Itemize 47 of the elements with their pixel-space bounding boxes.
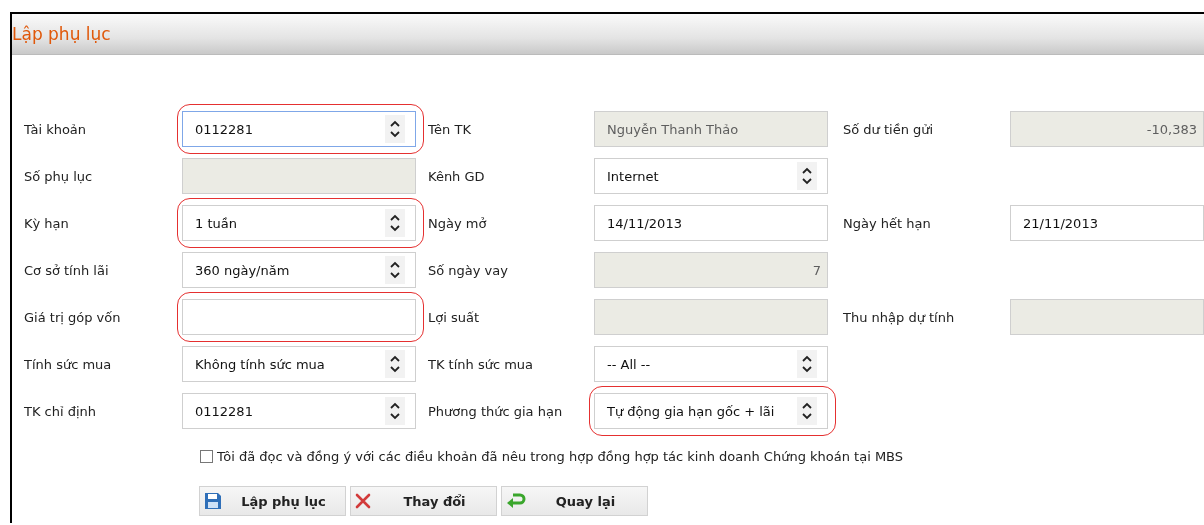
input-field[interactable] [182, 299, 416, 335]
return-arrow-icon [506, 492, 526, 510]
field-label: Ngày hết hạn [842, 214, 932, 233]
readonly-field: -10,383 [1010, 111, 1204, 147]
spinner-icon [802, 355, 812, 373]
spinner-icon [802, 167, 812, 185]
field-label: Kênh GD [427, 167, 486, 186]
dropdown[interactable]: 0112281 [182, 393, 416, 429]
field-label: Lợi suất [427, 308, 481, 327]
dropdown[interactable]: -- All -- [594, 346, 828, 382]
field-label: Ngày mở [427, 214, 488, 233]
field-label: Tính sức mua [24, 355, 113, 374]
close-icon [355, 493, 371, 509]
spinner-icon [390, 120, 400, 138]
checkbox[interactable] [200, 450, 213, 463]
agreement-text: Tôi đã đọc và đồng ý với các điều khoản đã nêu trong hợp đồng hợp tác kinh doanh Chứng khoán tại MBS [217, 449, 904, 464]
field-label: Kỳ hạn [24, 214, 70, 233]
field-label: Giá trị góp vốn [24, 308, 122, 327]
readonly-field: 7 [594, 252, 828, 288]
dropdown[interactable]: 360 ngày/năm [182, 252, 416, 288]
field-label: Thu nhập dự tính [842, 308, 956, 327]
readonly-field: Nguyễn Thanh Thảo [594, 111, 828, 147]
field-label: Cơ sở tính lãi [24, 261, 110, 280]
spinner-icon [390, 402, 400, 420]
spinner-icon [390, 261, 400, 279]
dropdown[interactable]: Internet [594, 158, 828, 194]
input-field[interactable]: 14/11/2013 [594, 205, 828, 241]
field-label: Số ngày vay [427, 261, 509, 280]
toolbar-button[interactable]: Quay lại [501, 486, 648, 516]
field-label: Số phụ lục [24, 167, 94, 186]
field-label: Tài khoản [24, 120, 88, 139]
field-label: TK chỉ định [24, 402, 98, 421]
field-label: TK tính sức mua [427, 355, 535, 374]
spinner-icon [802, 402, 812, 420]
dropdown[interactable]: 1 tuần [182, 205, 416, 241]
field-label: Phương thức gia hạn [427, 402, 564, 421]
dropdown[interactable]: Không tính sức mua [182, 346, 416, 382]
window-title: Lập phụ lục [12, 24, 111, 44]
field-label: Tên TK [427, 120, 472, 139]
toolbar-button[interactable]: Thay đổi [350, 486, 497, 516]
input-field[interactable]: 21/11/2013 [1010, 205, 1204, 241]
dropdown[interactable]: 0112281 [182, 111, 416, 147]
spinner-icon [390, 355, 400, 373]
dropdown[interactable]: Tự động gia hạn gốc + lãi [594, 393, 828, 429]
spinner-icon [390, 214, 400, 232]
toolbar-button[interactable]: Lập phụ lục [199, 486, 346, 516]
field-label: Số dư tiền gửi [842, 120, 935, 139]
